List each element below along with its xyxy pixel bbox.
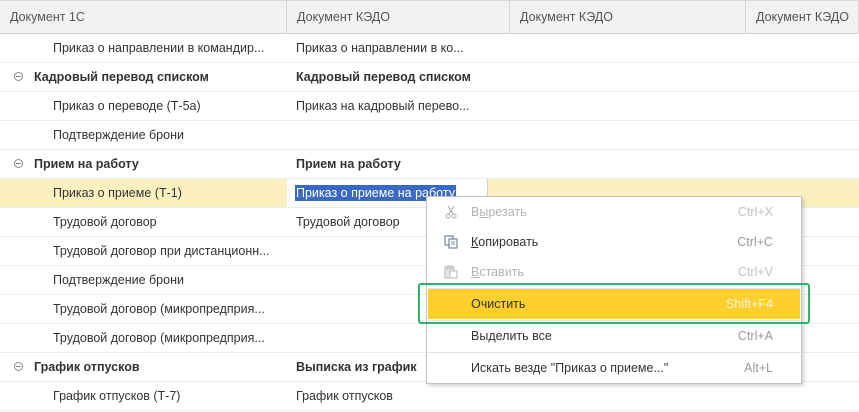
menu-label: Выделить все	[471, 329, 552, 343]
menu-label: Вырезать	[471, 205, 527, 219]
menu-shortcut: Alt+L	[744, 361, 773, 375]
grid-header: Документ 1С Документ КЭДО Документ КЭДО …	[0, 0, 859, 34]
menu-label: Искать везде "Приказ о приеме..."	[471, 361, 669, 375]
paste-icon	[444, 265, 458, 279]
table-row-group[interactable]: Прием на работу Прием на работу	[0, 150, 859, 179]
menu-shortcut: Ctrl+C	[737, 235, 773, 249]
cell-1c: Подтверждение брони	[53, 273, 184, 287]
column-header-kedo-1[interactable]: Документ КЭДО	[287, 1, 510, 34]
cell-1c: Трудовой договор	[53, 215, 157, 229]
menu-shortcut: Ctrl+X	[737, 205, 773, 219]
highlight-callout	[418, 283, 810, 324]
scissors-icon	[445, 205, 457, 219]
menu-item-cut[interactable]: Вырезать Ctrl+X	[427, 197, 801, 227]
menu-item-select-all[interactable]: Выделить все Ctrl+A	[427, 321, 801, 351]
table-row[interactable]: Приказ о переводе (Т-5а) Приказ на кадро…	[0, 92, 859, 121]
table-row[interactable]: График отпусков (Т-7) График отпусков	[0, 382, 859, 411]
cell-1c: График отпусков (Т-7)	[53, 389, 181, 403]
table-row-group[interactable]: Кадровый перевод списком Кадровый перево…	[0, 63, 859, 92]
table-row[interactable]: Приказ о направлении в командир... Прика…	[0, 34, 859, 63]
cell-1c: Приказ о направлении в командир...	[53, 41, 265, 55]
cell-1c: Трудовой договор (микропредприя...	[53, 302, 265, 316]
column-header-1c[interactable]: Документ 1С	[0, 1, 287, 34]
copy-icon	[444, 235, 458, 249]
table-row[interactable]: Подтверждение брони	[0, 121, 859, 150]
menu-item-copy[interactable]: Копировать Ctrl+C	[427, 227, 801, 257]
cell-kedo	[287, 121, 510, 149]
cell-kedo: Приказ на кадровый перево...	[296, 99, 470, 113]
cell-1c: Прием на работу	[34, 157, 139, 171]
cell-1c: Кадровый перевод списком	[34, 70, 209, 84]
cell-kedo: График отпусков	[296, 389, 393, 403]
cell-1c: Трудовой договор при дистанционн...	[53, 244, 270, 258]
cell-kedo: Приказ о направлении в ко...	[296, 41, 464, 55]
column-header-kedo-2[interactable]: Документ КЭДО	[510, 1, 746, 34]
cell-1c: Трудовой договор (микропредприя...	[53, 331, 265, 345]
cell-1c: Приказ о переводе (Т-5а)	[53, 99, 201, 113]
menu-item-search-everywhere[interactable]: Искать везде "Приказ о приеме..." Alt+L	[427, 353, 801, 383]
cell-1c: Подтверждение брони	[53, 128, 184, 142]
cell-kedo: Кадровый перевод списком	[296, 70, 471, 84]
column-header-kedo-3[interactable]: Документ КЭДО	[746, 1, 859, 34]
menu-shortcut: Ctrl+A	[737, 329, 773, 343]
menu-label: Копировать	[471, 235, 539, 249]
cell-1c: График отпусков	[34, 360, 140, 374]
cell-1c: Приказ о приеме (Т-1)	[0, 179, 287, 207]
cell-kedo: Прием на работу	[296, 157, 401, 171]
